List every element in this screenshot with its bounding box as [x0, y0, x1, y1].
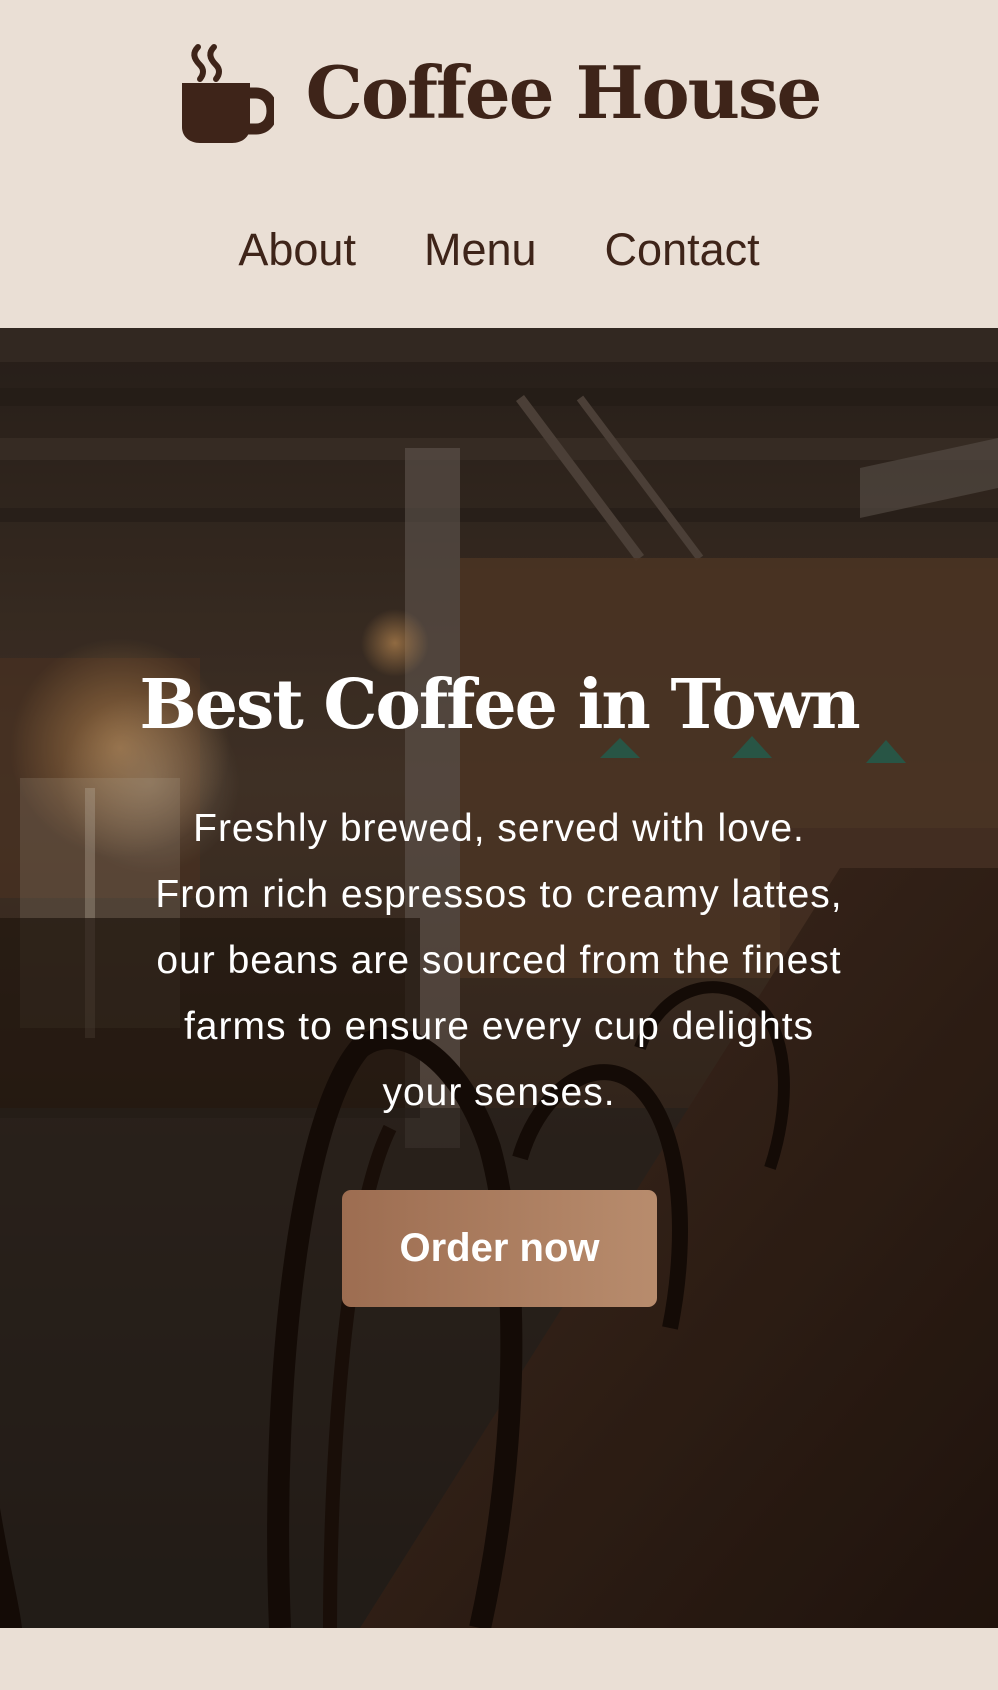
nav-link-contact[interactable]: Contact [605, 224, 760, 276]
brand[interactable]: Coffee House [0, 38, 998, 148]
nav-link-about[interactable]: About [238, 224, 356, 276]
hero-description: Freshly brewed, served with love. From r… [155, 807, 843, 1114]
site-header: Coffee House About Menu Contact [0, 0, 998, 328]
order-now-button[interactable]: Order now [342, 1190, 657, 1307]
main-nav: About Menu Contact [0, 218, 998, 282]
hero-content: Best Coffee in Town Freshly brewed, serv… [0, 328, 998, 1628]
brand-name: Coffee House [305, 50, 823, 135]
nav-link-menu[interactable]: Menu [424, 224, 537, 276]
footer-strip [0, 1628, 998, 1690]
hero-section: Best Coffee in Town Freshly brewed, serv… [0, 328, 998, 1628]
hero-title: Best Coffee in Town [139, 665, 860, 745]
coffee-cup-icon [181, 44, 274, 143]
